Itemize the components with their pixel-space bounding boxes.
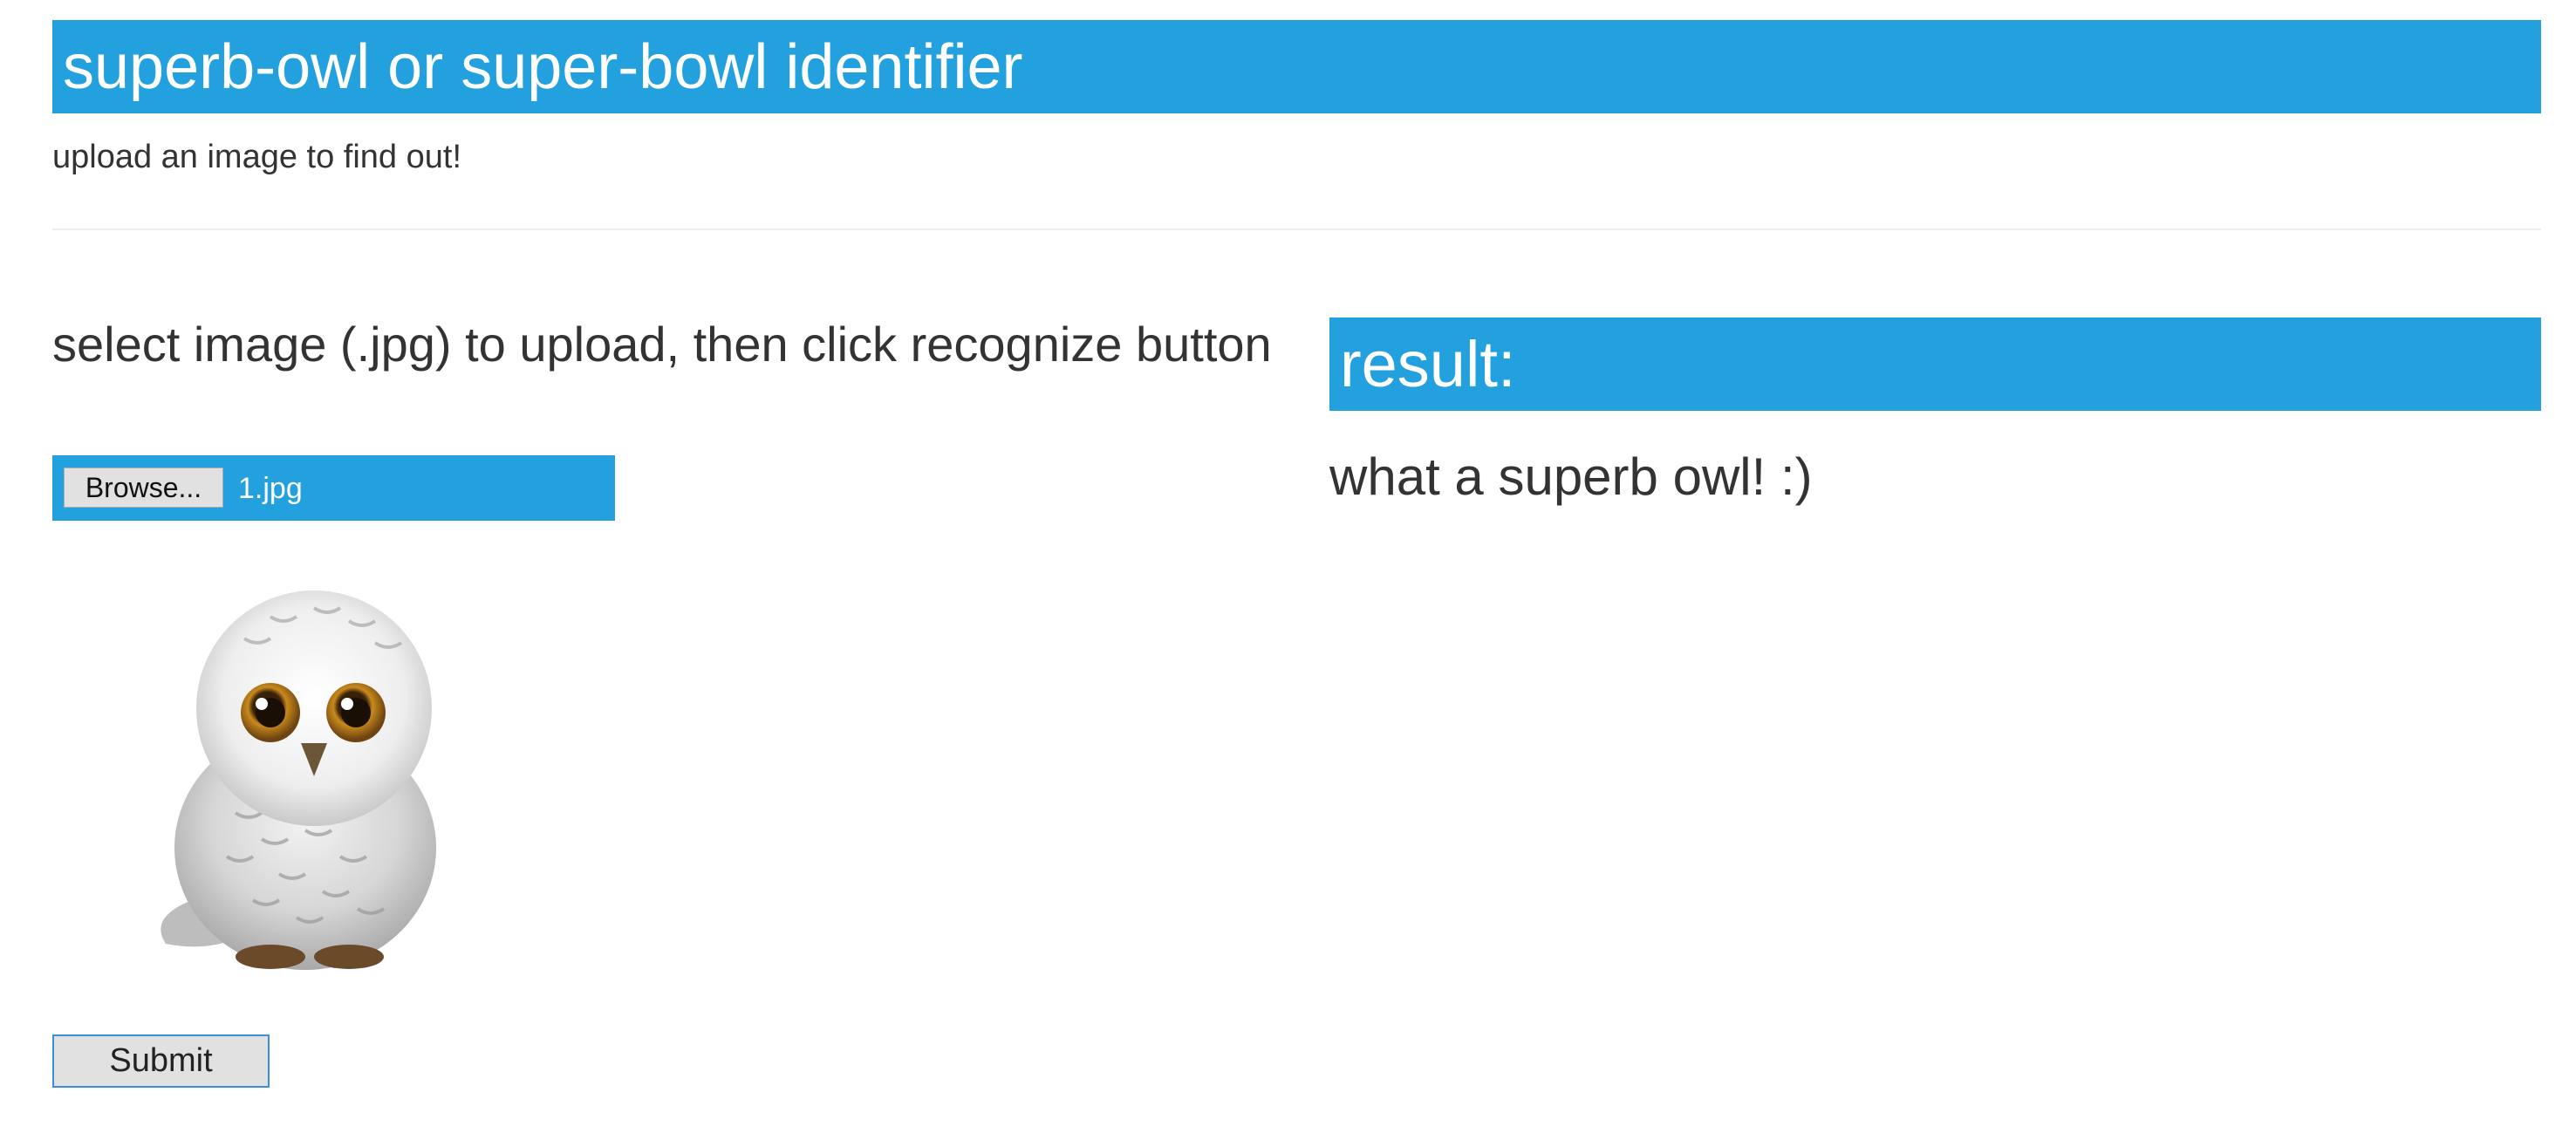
owl-plush-image <box>161 590 436 970</box>
page-subtitle: upload an image to find out! <box>52 139 462 175</box>
result-title: result: <box>1340 327 1516 400</box>
file-input[interactable]: Browse... 1.jpg <box>52 455 615 521</box>
upload-section: select image (.jpg) to upload, then clic… <box>52 316 1274 1088</box>
result-header: result: <box>1329 317 2541 411</box>
selected-file-name: 1.jpg <box>238 472 303 505</box>
page-title: superb-owl or super-bowl identifier <box>63 31 1023 102</box>
header-bar: superb-owl or super-bowl identifier <box>52 20 2541 113</box>
browse-button[interactable]: Browse... <box>64 468 223 508</box>
submit-button[interactable]: Submit <box>52 1034 270 1088</box>
upload-instruction: select image (.jpg) to upload, then clic… <box>52 317 1272 372</box>
result-text: what a superb owl! :) <box>1329 447 1813 506</box>
divider <box>52 229 2541 230</box>
